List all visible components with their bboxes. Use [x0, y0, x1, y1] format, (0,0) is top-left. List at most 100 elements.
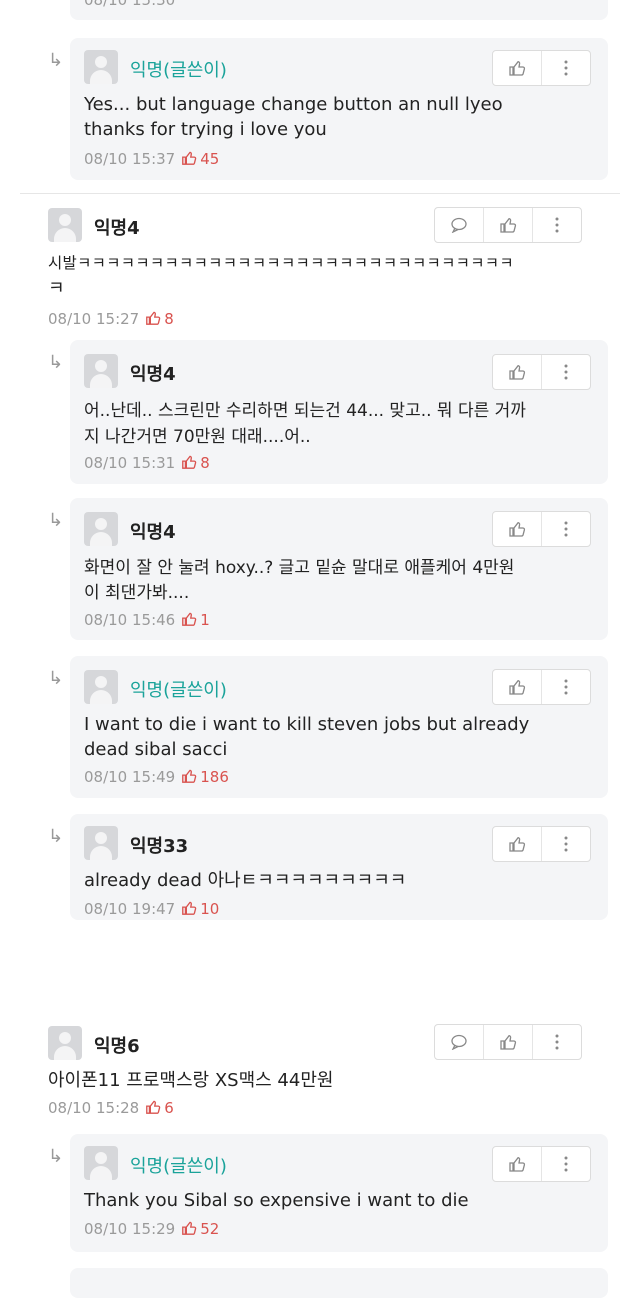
reply-arrow-icon: ↳ — [48, 352, 64, 373]
like-button[interactable] — [483, 1025, 532, 1059]
vote-number: 8 — [164, 310, 174, 328]
vote-count[interactable]: 52 — [181, 1220, 219, 1238]
comment-actions — [492, 354, 591, 390]
vote-number: 186 — [200, 768, 229, 786]
comment-text: Thank you Sibal so expensive i want to d… — [84, 1190, 469, 1211]
vote-count[interactable]: 45 — [181, 150, 219, 168]
thumbs-up-icon — [509, 1157, 526, 1172]
more-button[interactable] — [532, 1025, 581, 1059]
comment-time: 08/10 15:30 — [84, 0, 176, 9]
like-button[interactable] — [493, 670, 541, 704]
like-button[interactable] — [493, 355, 541, 389]
thumbs-up-icon — [500, 1035, 517, 1050]
comment-text: 이 최댄가봐.... — [84, 583, 190, 603]
more-vertical-icon — [555, 1034, 559, 1050]
thumbs-up-icon — [509, 61, 526, 76]
like-button[interactable] — [493, 827, 541, 861]
more-button[interactable] — [541, 670, 590, 704]
thumbs-up-icon — [182, 901, 197, 915]
reply-button[interactable] — [435, 1025, 483, 1059]
avatar — [84, 826, 118, 860]
comment-meta: 08/10 15:46 1 — [84, 611, 210, 629]
comment-text: thanks for trying i love you — [84, 119, 327, 140]
comment-actions — [492, 50, 591, 86]
vote-number: 8 — [200, 454, 210, 472]
avatar — [48, 208, 82, 242]
comment-time: 08/10 15:27 — [48, 310, 140, 328]
comment-actions — [434, 1024, 582, 1060]
vote-number: 45 — [200, 150, 220, 168]
reply-arrow-icon: ↳ — [48, 50, 64, 71]
comment-text: already dead 아나ㅌㅋㅋㅋㅋㅋㅋㅋㅋㅋ — [84, 870, 407, 891]
thumbs-up-icon — [182, 455, 197, 469]
comment-author: 익명(글쓴이) — [130, 680, 227, 701]
comment-time: 08/10 19:47 — [84, 900, 176, 918]
more-button[interactable] — [532, 208, 581, 242]
comment-actions — [492, 826, 591, 862]
comment-author: 익명6 — [94, 1036, 140, 1057]
comment-author: 익명(글쓴이) — [130, 60, 227, 81]
thumbs-up-icon — [182, 1221, 197, 1235]
more-button[interactable] — [541, 51, 590, 85]
comment-time: 08/10 15:29 — [84, 1220, 176, 1238]
comment-text: 아이폰11 프로맥스랑 XS맥스 44만원 — [48, 1070, 334, 1091]
more-button[interactable] — [541, 512, 590, 546]
like-button[interactable] — [483, 208, 532, 242]
comment-text: dead sibal sacci — [84, 739, 228, 760]
thumbs-up-icon — [509, 837, 526, 852]
reply-arrow-icon: ↳ — [48, 668, 64, 689]
comment-meta: 08/10 15:27 8 — [48, 310, 174, 328]
comment-time: 08/10 15:49 — [84, 768, 176, 786]
comment-author: 익명33 — [130, 836, 189, 857]
vote-number: 1 — [200, 611, 210, 629]
comment-actions — [492, 511, 591, 547]
thumbs-up-icon — [509, 365, 526, 380]
reply-arrow-icon: ↳ — [48, 510, 64, 531]
more-button[interactable] — [541, 1147, 590, 1181]
comment-meta: 08/10 15:49 186 — [84, 768, 229, 786]
avatar — [48, 1026, 82, 1060]
reply-arrow-icon: ↳ — [48, 826, 64, 847]
more-vertical-icon — [564, 364, 568, 380]
comment-meta: 08/10 19:47 10 — [84, 900, 219, 918]
thumbs-up-icon — [146, 311, 161, 325]
reply-button[interactable] — [435, 208, 483, 242]
like-button[interactable] — [493, 1147, 541, 1181]
comment-meta: 08/10 15:29 52 — [84, 1220, 219, 1238]
vote-count[interactable]: 1 — [181, 611, 210, 629]
thumbs-up-icon — [182, 612, 197, 626]
comment-text: 화면이 잘 안 눌려 hoxy..? 글고 밑슌 말대로 애플케어 4만원 — [84, 558, 515, 578]
like-button[interactable] — [493, 512, 541, 546]
avatar — [84, 512, 118, 546]
thumbs-up-icon — [146, 1100, 161, 1114]
vote-count[interactable]: 8 — [145, 310, 174, 328]
comment-time: 08/10 15:37 — [84, 150, 176, 168]
speech-bubble-icon — [451, 1034, 467, 1050]
divider — [20, 193, 620, 194]
comment-time: 08/10 15:31 — [84, 454, 176, 472]
vote-count[interactable]: 6 — [145, 1099, 174, 1117]
vote-count[interactable]: 10 — [181, 900, 219, 918]
avatar — [84, 670, 118, 704]
comment-meta: 08/10 15:31 8 — [84, 454, 210, 472]
thumbs-up-icon — [509, 522, 526, 537]
vote-count[interactable]: 8 — [181, 454, 210, 472]
comment-time: 08/10 15:46 — [84, 611, 176, 629]
comment-actions — [492, 1146, 591, 1182]
comment-actions — [434, 207, 582, 243]
comment-text: 시발ㅋㅋㅋㅋㅋㅋㅋㅋㅋㅋㅋㅋㅋㅋㅋㅋㅋㅋㅋㅋㅋㅋㅋㅋㅋㅋㅋㅋㅋㅋ — [48, 254, 514, 272]
reply-arrow-icon: ↳ — [48, 1146, 64, 1167]
thumbs-up-icon — [500, 218, 517, 233]
like-button[interactable] — [493, 51, 541, 85]
more-button[interactable] — [541, 827, 590, 861]
comment-text: Yes... but language change button an nul… — [84, 94, 503, 115]
more-vertical-icon — [564, 836, 568, 852]
more-button[interactable] — [541, 355, 590, 389]
vote-number: 10 — [200, 900, 220, 918]
vote-count[interactable]: 186 — [181, 768, 229, 786]
comment-author: 익명(글쓴이) — [130, 1156, 227, 1177]
comment-author: 익명4 — [130, 522, 176, 543]
comment-text: I want to die i want to kill steven jobs… — [84, 714, 530, 735]
more-vertical-icon — [555, 217, 559, 233]
thumbs-up-icon — [182, 151, 197, 165]
